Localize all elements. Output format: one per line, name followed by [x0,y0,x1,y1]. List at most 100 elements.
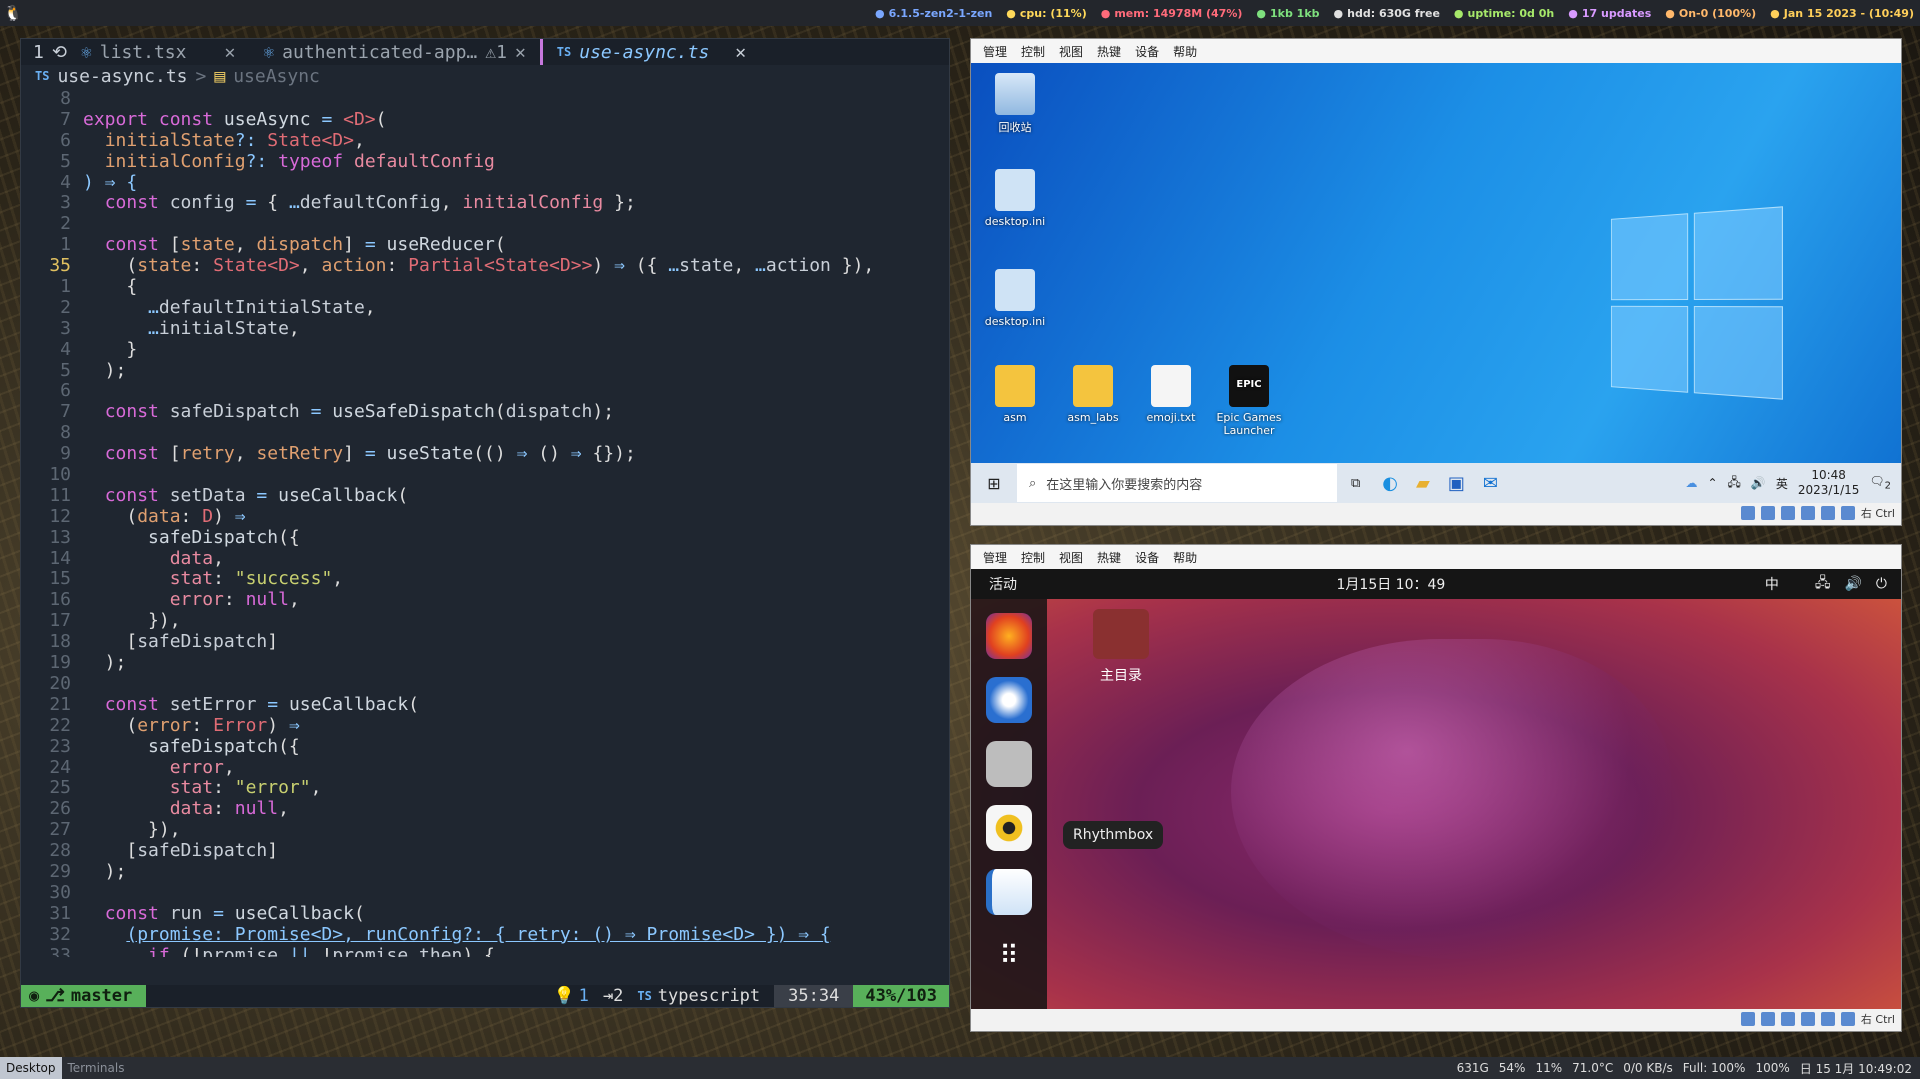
code-line[interactable]: 16 error: null, [21,589,949,611]
vm-menu-item[interactable]: 帮助 [1173,43,1197,60]
code-line[interactable]: 12 (data: D) ⇒ [21,506,949,528]
code-line[interactable]: 7 export const useAsync = <D>( [21,109,949,131]
vm-menu-item[interactable]: 控制 [1021,549,1045,566]
code-line[interactable]: 4) ⇒ { [21,172,949,194]
epic-games-icon[interactable]: EPIC Epic Games Launcher [1211,365,1287,437]
mail-icon[interactable]: ✉ [1483,473,1498,494]
code-line[interactable]: 21 const setError = useCallback( [21,694,949,716]
code-line[interactable]: 28 [safeDispatch] [21,840,949,862]
code-line[interactable]: 35 (state: State<D>, action: Partial<Sta… [21,255,949,277]
code-line[interactable]: 25 stat: "error", [21,777,949,799]
app-grid-icon[interactable]: ⠿ [986,933,1032,979]
breadcrumb-file[interactable]: use-async.ts [57,66,187,87]
close-icon[interactable]: ✕ [224,42,235,63]
code-editor-window[interactable]: 1 ⟲ ⚛ list.tsx ✕ ⚛ authenticated-app… ⚠1… [20,38,950,1008]
network-icon[interactable]: 🖧 [1815,572,1831,596]
code-area[interactable]: 8 7 export const useAsync = <D>(6 initialS… [21,89,949,957]
code-line[interactable]: 17 }), [21,610,949,632]
code-line[interactable]: 30 [21,882,949,904]
start-button[interactable]: ⊞ [971,474,1017,493]
code-line[interactable]: 5 initialConfig?: typeof defaultConfig [21,151,949,173]
code-line[interactable]: 4 } [21,339,949,361]
file-explorer-icon[interactable]: ▰ [1416,473,1430,494]
vm-menu-item[interactable]: 设备 [1135,549,1159,566]
code-line[interactable]: 1 const [state, dispatch] = useReducer( [21,234,949,256]
code-line[interactable]: 20 [21,673,949,695]
activities-button[interactable]: 活动 [971,574,1017,594]
home-folder-icon[interactable]: 主目录 [1081,609,1161,685]
vm-menu-item[interactable]: 管理 [983,549,1007,566]
tab-list-tsx[interactable]: ⚛ list.tsx ✕ [67,39,249,65]
folder-asm-labs-icon[interactable]: asm_labs [1055,365,1131,424]
vm-menu-item[interactable]: 帮助 [1173,549,1197,566]
code-line[interactable]: 2 [21,213,949,235]
code-line[interactable]: 10 [21,464,949,486]
back-icon[interactable]: ⟲ [52,42,67,63]
code-line[interactable]: 3 const config = { …defaultConfig, initi… [21,193,949,214]
text-file-icon[interactable]: emoji.txt [1133,365,1209,424]
gnome-clock[interactable]: 1月15日 10：49 [1337,574,1446,594]
volume-icon[interactable]: 🔊 [1844,576,1861,592]
windows-vm-window[interactable]: 管理 控制 视图 热键 设备 帮助 回收站 desktop.ini desktop.ini… [970,38,1902,526]
ubuntu-desktop[interactable]: 活动 1月15日 10：49 中 🖧 🔊 ⏻ ⠿ 主目录 Rhythmbox [971,569,1901,1009]
vm-menu-item[interactable]: 热键 [1097,549,1121,566]
code-line[interactable]: 1 { [21,276,949,298]
code-line[interactable]: 8 [21,422,949,444]
code-line[interactable]: 8 [21,89,949,110]
rhythmbox-icon[interactable] [986,805,1032,851]
libreoffice-writer-icon[interactable] [986,869,1032,915]
folder-asm-icon[interactable]: asm [977,365,1053,424]
code-line[interactable]: 5 ); [21,360,949,382]
edge-icon[interactable]: ◐ [1382,473,1398,494]
code-line[interactable]: 6 initialState?: State<D>, [21,130,949,152]
network-icon[interactable]: 🖧 [1728,473,1741,494]
desktop-ini-icon[interactable]: desktop.ini [977,169,1053,228]
store-icon[interactable]: ▣ [1448,473,1465,494]
close-icon[interactable]: ✕ [735,42,746,63]
recycle-bin-icon[interactable]: 回收站 [977,73,1053,135]
windows-desktop[interactable]: 回收站 desktop.ini desktop.ini asm asm_labs… [971,63,1901,503]
vm-menu-item[interactable]: 热键 [1097,43,1121,60]
input-method[interactable]: 中 [1765,574,1779,594]
vm-menu-item[interactable]: 设备 [1135,43,1159,60]
onedrive-icon[interactable]: ☁ [1685,476,1697,490]
code-line[interactable]: 31 const run = useCallback( [21,903,949,925]
volume-icon[interactable]: 🔊 [1751,476,1766,490]
code-line[interactable]: 9 const [retry, setRetry] = useState(() … [21,443,949,465]
desktop-ini-icon-2[interactable]: desktop.ini [977,269,1053,328]
code-line[interactable]: 2 …defaultInitialState, [21,297,949,319]
vm-menu-item[interactable]: 视图 [1059,549,1083,566]
code-line[interactable]: 26 data: null, [21,798,949,820]
workspace-number[interactable]: 1 [21,42,52,63]
code-line[interactable]: 32 (promise: Promise<D>, runConfig?: { r… [21,924,949,946]
code-line[interactable]: 19 ); [21,652,949,674]
tab-use-async[interactable]: TS use-async.ts ✕ [539,39,760,65]
ubuntu-vm-window[interactable]: 管理 控制 视图 热键 设备 帮助 活动 1月15日 10：49 中 🖧 🔊 ⏻ ⠿ 主目… [970,544,1902,1032]
thunderbird-icon[interactable] [986,677,1032,723]
code-line[interactable]: 22 (error: Error) ⇒ [21,715,949,737]
notification-icon[interactable]: 🗨2 [1869,474,1891,491]
vm-menu-item[interactable]: 控制 [1021,43,1045,60]
terminals-button[interactable]: Terminals [62,1061,131,1075]
tux-logo-icon[interactable]: 🐧 [2,3,24,23]
code-line[interactable]: 15 stat: "success", [21,569,949,590]
chevron-up-icon[interactable]: ⌃ [1707,476,1717,490]
code-line[interactable]: 33 if (!promise || !promise.then) { [21,945,949,957]
breadcrumb-symbol[interactable]: useAsync [233,66,320,87]
code-line[interactable]: 18 [safeDispatch] [21,631,949,653]
close-icon[interactable]: ✕ [515,42,526,63]
code-line[interactable]: 7 const safeDispatch = useSafeDispatch(d… [21,401,949,423]
code-line[interactable]: 3 …initialState, [21,318,949,340]
code-line[interactable]: 14 data, [21,548,949,570]
code-line[interactable]: 13 safeDispatch({ [21,527,949,549]
code-line[interactable]: 11 const setData = useCallback( [21,485,949,507]
input-language[interactable]: 英 [1776,475,1788,492]
task-view-icon[interactable]: ⧉ [1351,476,1360,491]
vm-menu-item[interactable]: 管理 [983,43,1007,60]
vm-menu-item[interactable]: 视图 [1059,43,1083,60]
code-line[interactable]: 23 safeDispatch({ [21,736,949,758]
taskbar-clock[interactable]: 10:48 2023/1/15 [1798,468,1860,498]
firefox-icon[interactable] [986,613,1032,659]
code-line[interactable]: 27 }), [21,819,949,841]
code-line[interactable]: 24 error, [21,757,949,779]
